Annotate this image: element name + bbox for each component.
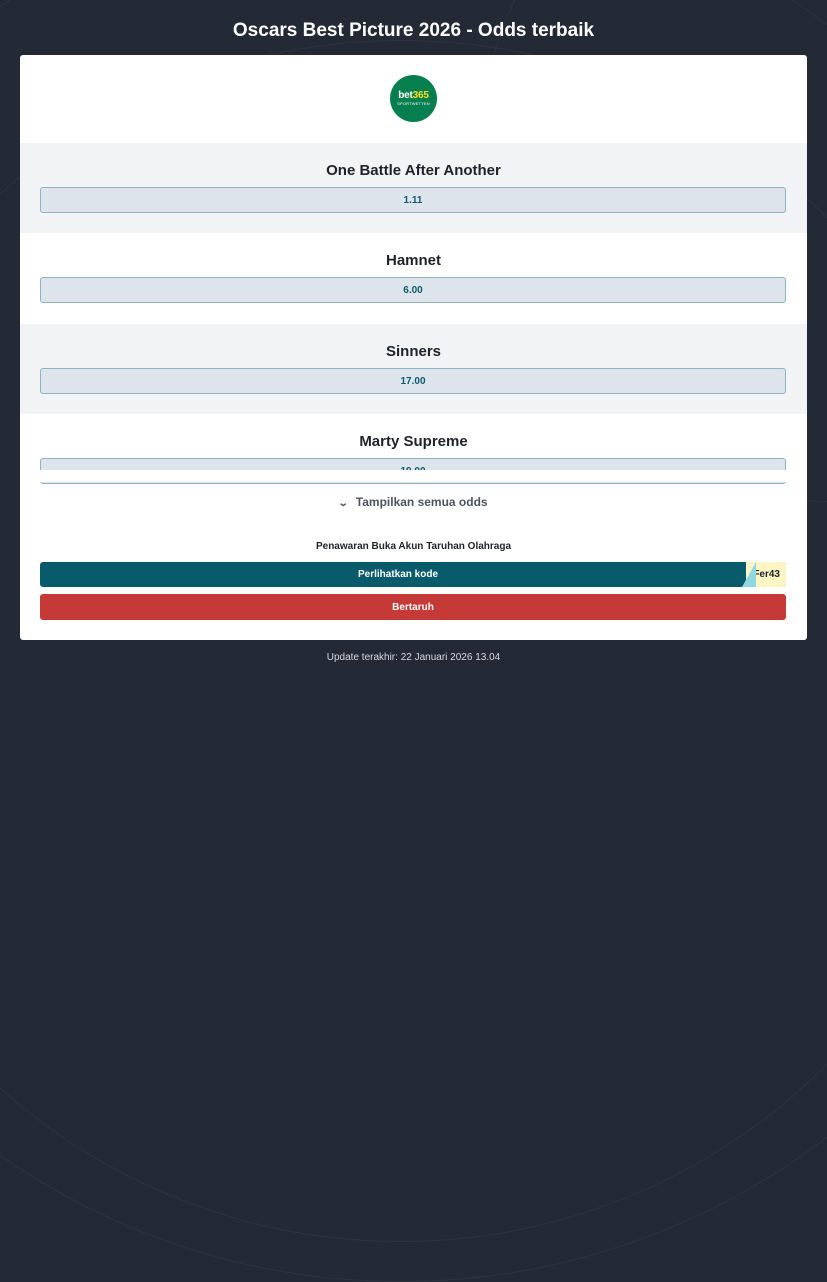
show-all-odds-toggle[interactable]: ⌄ Tampilkan semua odds	[20, 495, 807, 509]
reveal-code-button[interactable]: Perlihatkan kode Fer43	[40, 562, 786, 587]
nominee-name: One Battle After Another	[326, 162, 501, 179]
odds-button[interactable]: 1.11	[40, 187, 786, 213]
odds-card: bet365 SPORTWETTEN One Battle After Anot…	[20, 55, 807, 640]
page-title: Oscars Best Picture 2026 - Odds terbaik	[232, 20, 595, 41]
odds-row: Hamnet 6.00	[20, 233, 807, 323]
nominee-name: Marty Supreme	[359, 433, 468, 450]
logo-text: bet365	[398, 89, 429, 101]
odds-row: One Battle After Another 1.11	[20, 143, 807, 233]
offer-title: Penawaran Buka Akun Taruhan Olahraga	[315, 541, 512, 552]
odds-row: Sinners 17.00	[20, 324, 807, 414]
reveal-code-label: Perlihatkan kode	[357, 569, 439, 580]
show-all-label: Tampilkan semua odds	[355, 495, 488, 509]
last-updated: Update terakhir: 22 Januari 2026 13.04	[326, 652, 501, 663]
bet-button[interactable]: Bertaruh	[40, 594, 786, 620]
nominee-name: Sinners	[385, 343, 442, 360]
odds-row: Marty Supreme 19.00	[20, 414, 807, 504]
nominee-name: Hamnet	[385, 252, 441, 269]
logo-subtext: SPORTWETTEN	[397, 100, 430, 106]
bookmaker-header: bet365 SPORTWETTEN	[20, 55, 807, 143]
code-peel-corner	[742, 562, 756, 587]
chevron-down-icon: ⌄	[338, 498, 350, 509]
list-fade	[20, 470, 807, 482]
odds-button[interactable]: 17.00	[40, 368, 786, 394]
bet365-logo[interactable]: bet365 SPORTWETTEN	[390, 75, 437, 122]
odds-button[interactable]: 6.00	[40, 277, 786, 303]
